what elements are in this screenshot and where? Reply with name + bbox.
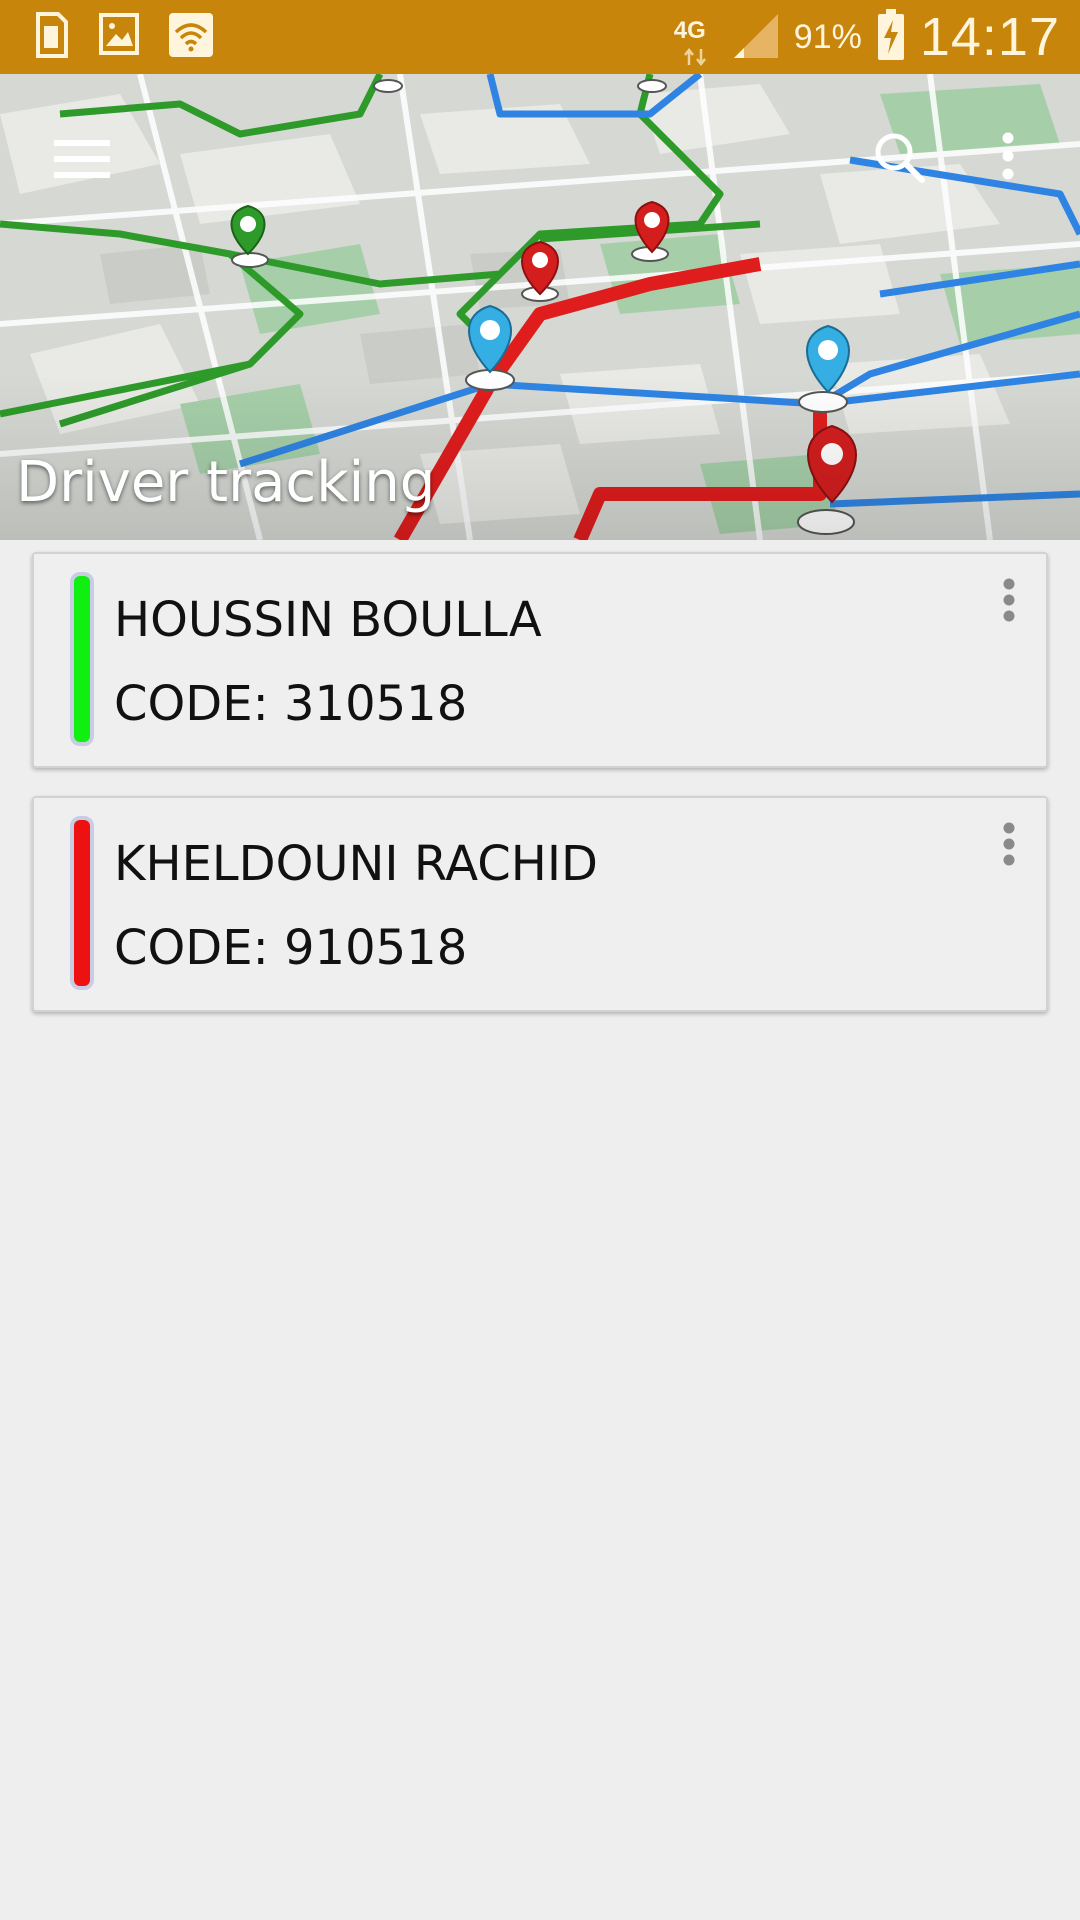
sim-card-icon [34,12,70,60]
search-icon [875,133,925,183]
driver-card[interactable]: KHELDOUNI RACHID CODE: 910518 [32,796,1048,1012]
signal-icon [730,10,780,64]
driver-code: CODE: 310518 [114,676,468,732]
network-indicator: 4G [672,7,716,67]
battery-percent: 91% [793,17,862,56]
driver-status-indicator [70,572,94,746]
system-status: 4G 91% 14:17 [672,0,1060,74]
network-type: 4G [673,17,706,44]
menu-icon [54,140,110,178]
more-vert-icon [1003,822,1015,866]
driver-menu-button[interactable] [994,574,1024,634]
search-button[interactable] [868,126,932,190]
data-arrows-icon [683,47,706,67]
clock: 14:17 [919,7,1060,67]
more-options-button[interactable] [990,126,1026,190]
battery-charging-icon [876,8,906,66]
more-vert-icon [1002,132,1014,180]
wifi-icon [168,12,214,60]
driver-menu-button[interactable] [994,818,1024,878]
menu-button[interactable] [50,130,118,190]
notification-icons [34,12,214,60]
page-title: Driver tracking [16,450,436,515]
image-notification-icon [98,12,140,60]
driver-card[interactable]: HOUSSIN BOULLA CODE: 310518 [32,552,1048,768]
driver-code: CODE: 910518 [114,920,468,976]
driver-status-indicator [70,816,94,990]
status-bar: 4G 91% 14:17 [0,0,1080,74]
app-header: Driver tracking [0,74,1080,540]
more-vert-icon [1003,578,1015,622]
driver-list: HOUSSIN BOULLA CODE: 310518 KHELDOUNI RA… [32,552,1048,1040]
driver-name: HOUSSIN BOULLA [114,592,542,648]
driver-name: KHELDOUNI RACHID [114,836,598,892]
